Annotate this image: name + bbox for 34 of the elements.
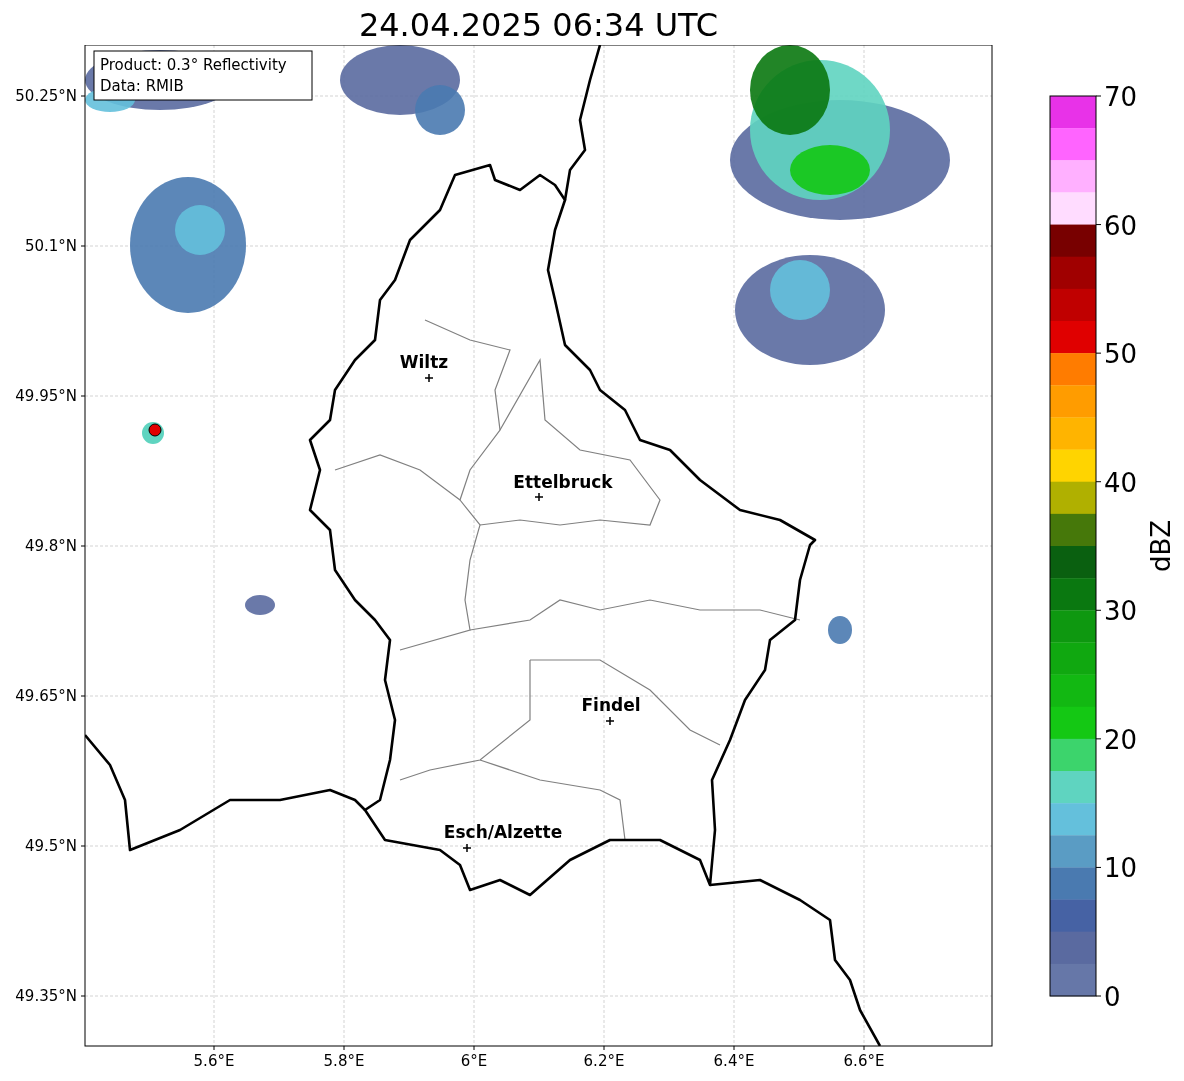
city-label: Esch/Alzette [443,822,563,842]
colorbar-title: dBZ [1146,519,1176,573]
colorbar-tick-label: 40 [1104,467,1138,498]
city-marker-icon [462,843,472,853]
info-text: Product: 0.3° Reflectivity [100,56,287,74]
city-label: Findel [581,695,641,715]
longitude-label: 6.4°E [713,1052,755,1070]
colorbar-tick-label: 30 [1104,596,1138,627]
longitude-label: 6.6°E [843,1052,885,1070]
colorbar-tick-label: 20 [1104,724,1138,755]
colorbar-tick-label: 70 [1104,82,1138,112]
colorbar-tick-label: 10 [1104,853,1138,884]
plot-title: 24.04.2025 06:34 UTC [357,5,720,45]
colorbar-tick-label: 50 [1104,339,1138,370]
longitude-label: 6.2°E [583,1052,625,1070]
colorbar-tick-label: 60 [1104,210,1138,241]
info-text: Data: RMIB [100,77,184,95]
latitude-label: 49.35°N [15,987,77,1005]
longitude-label: 6°E [460,1052,488,1070]
latitude-label: 49.5°N [24,837,77,855]
city-marker-icon [424,373,434,383]
latitude-label: 50.25°N [15,87,77,105]
radar-site-icon [142,422,164,444]
city-marker-icon [605,716,615,726]
latitude-label: 49.65°N [15,687,77,705]
city-marker-icon [534,492,544,502]
latitude-label: 49.95°N [15,387,77,405]
longitude-label: 5.6°E [193,1052,235,1070]
colorbar-tick-label: 0 [1104,982,1121,1012]
latitude-label: 50.1°N [24,237,77,255]
longitude-label: 5.8°E [323,1052,365,1070]
city-label: Ettelbruck [513,472,613,492]
latitude-label: 49.8°N [24,537,77,555]
city-label: Wiltz [399,352,449,372]
